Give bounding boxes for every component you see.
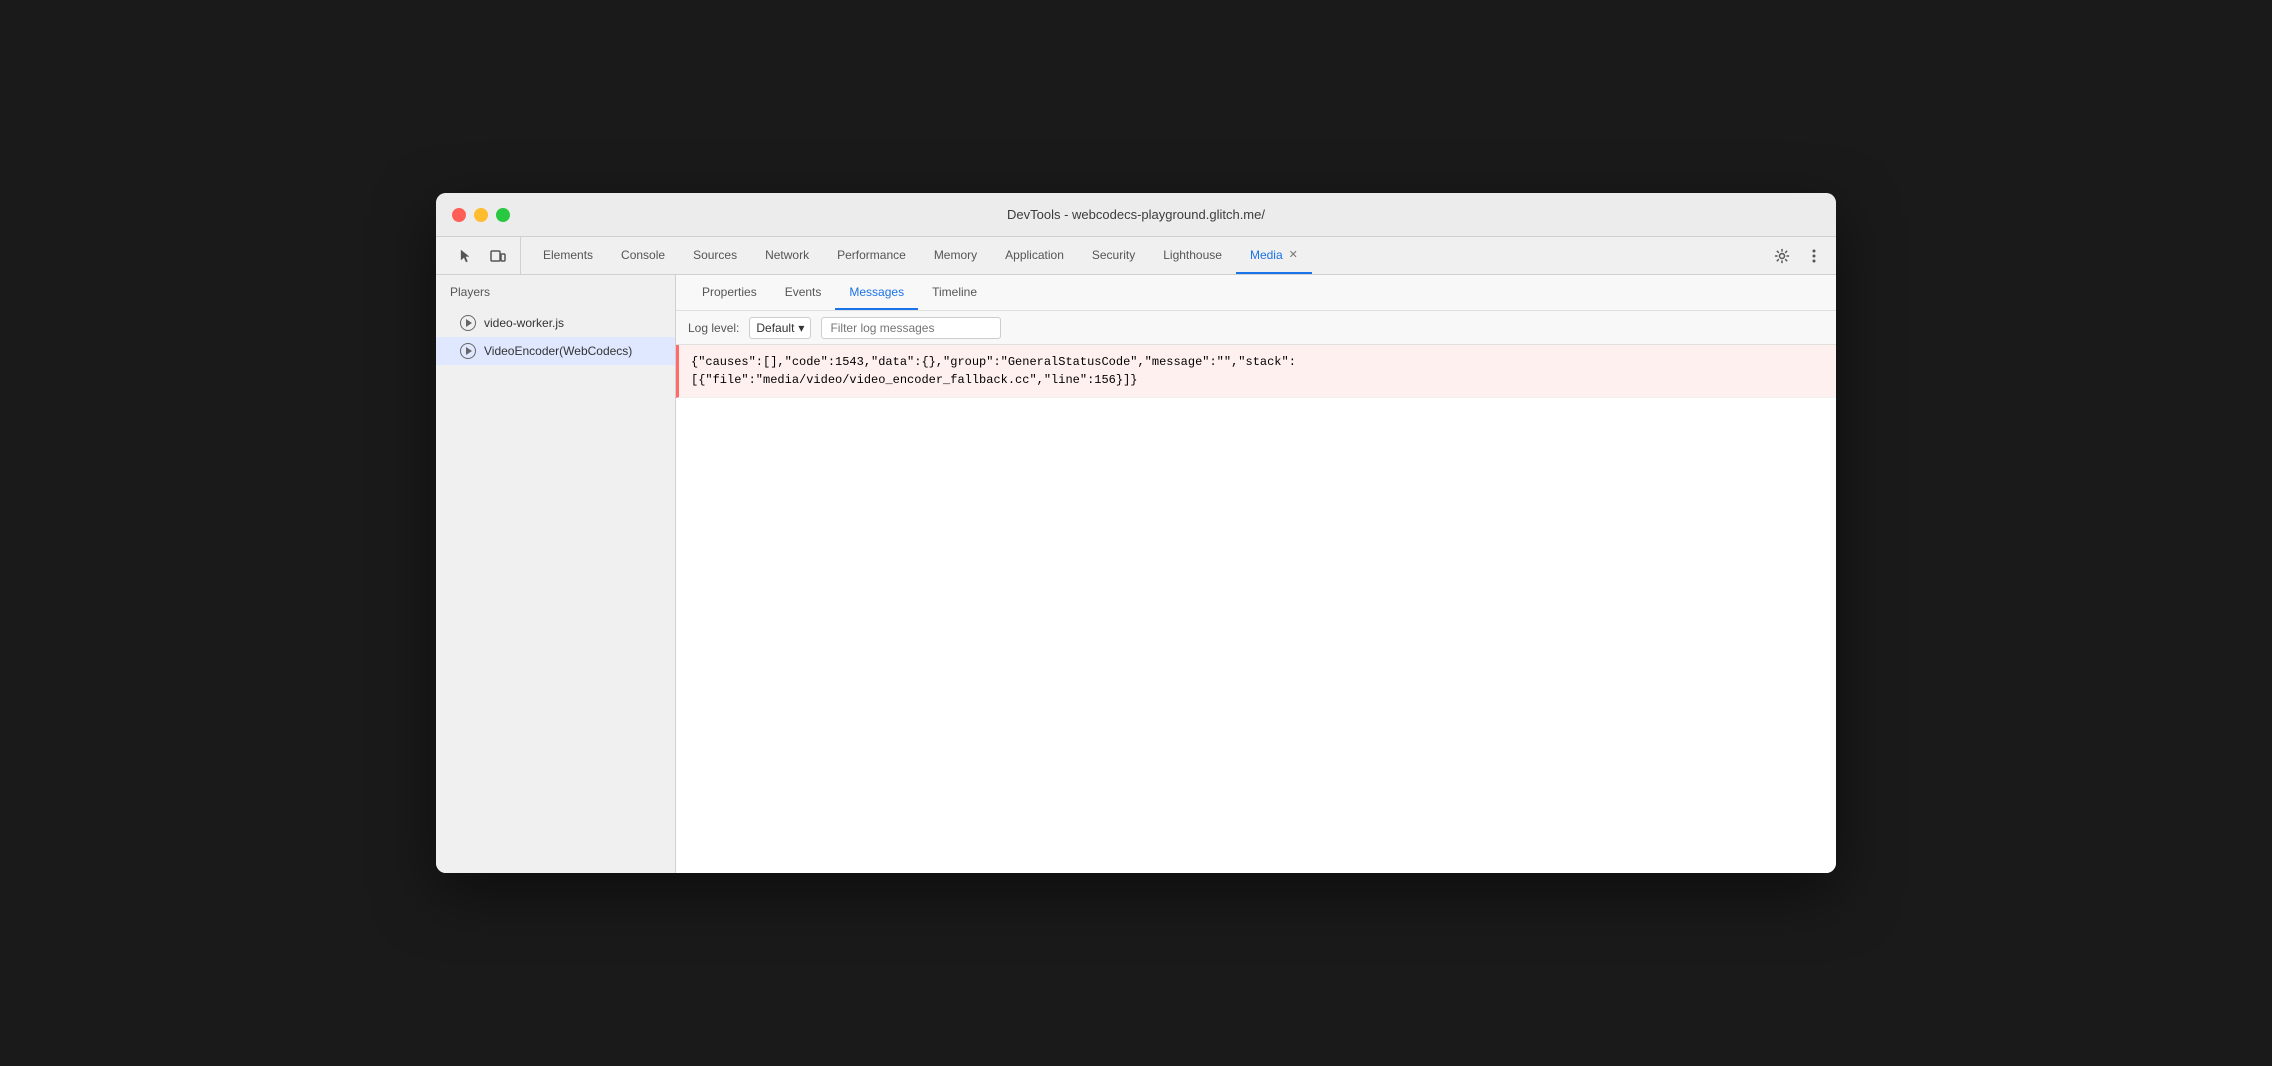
sidebar-header: Players: [436, 275, 675, 309]
maximize-button[interactable]: [496, 208, 510, 222]
window-title: DevTools - webcodecs-playground.glitch.m…: [1007, 207, 1265, 222]
minimize-button[interactable]: [474, 208, 488, 222]
tab-bar-right: [1760, 237, 1836, 274]
right-panel: Properties Events Messages Timeline Log …: [676, 275, 1836, 873]
sub-tab-events[interactable]: Events: [771, 275, 836, 310]
sub-tab-bar: Properties Events Messages Timeline: [676, 275, 1836, 311]
log-level-label: Log level:: [688, 321, 739, 335]
tab-elements[interactable]: Elements: [529, 237, 607, 274]
log-level-value: Default: [756, 321, 794, 335]
close-button[interactable]: [452, 208, 466, 222]
tab-memory[interactable]: Memory: [920, 237, 991, 274]
toolbar-icons: [444, 237, 521, 274]
more-options-button[interactable]: [1800, 242, 1828, 270]
tab-security[interactable]: Security: [1078, 237, 1149, 274]
sub-tab-messages[interactable]: Messages: [835, 275, 918, 310]
filter-input[interactable]: [821, 317, 1001, 339]
cursor-icon-button[interactable]: [452, 242, 480, 270]
play-icon-video-encoder: [460, 343, 476, 359]
device-toolbar-icon-button[interactable]: [484, 242, 512, 270]
dropdown-arrow-icon: ▾: [798, 321, 804, 335]
tab-network[interactable]: Network: [751, 237, 823, 274]
tab-bar: Elements Console Sources Network Perform…: [436, 237, 1836, 275]
title-bar: DevTools - webcodecs-playground.glitch.m…: [436, 193, 1836, 237]
tab-console[interactable]: Console: [607, 237, 679, 274]
main-content: Players video-worker.js VideoEncoder(Web…: [436, 275, 1836, 873]
player-item-video-worker[interactable]: video-worker.js: [436, 309, 675, 337]
sidebar: Players video-worker.js VideoEncoder(Web…: [436, 275, 676, 873]
window-controls: [452, 208, 510, 222]
log-level-select[interactable]: Default ▾: [749, 317, 811, 339]
player-label-video-encoder: VideoEncoder(WebCodecs): [484, 344, 632, 358]
log-area: {"causes":[],"code":1543,"data":{},"grou…: [676, 345, 1836, 873]
player-label-video-worker: video-worker.js: [484, 316, 564, 330]
log-entry-error: {"causes":[],"code":1543,"data":{},"grou…: [676, 345, 1836, 398]
sub-tab-properties[interactable]: Properties: [688, 275, 771, 310]
tab-sources[interactable]: Sources: [679, 237, 751, 274]
sub-tab-timeline[interactable]: Timeline: [918, 275, 991, 310]
tab-media[interactable]: Media ✕: [1236, 237, 1312, 274]
log-entry-text: {"causes":[],"code":1543,"data":{},"grou…: [691, 355, 1296, 387]
play-icon-video-worker: [460, 315, 476, 331]
player-item-video-encoder[interactable]: VideoEncoder(WebCodecs): [436, 337, 675, 365]
tab-performance[interactable]: Performance: [823, 237, 920, 274]
log-controls: Log level: Default ▾: [676, 311, 1836, 345]
tab-application[interactable]: Application: [991, 237, 1078, 274]
settings-button[interactable]: [1768, 242, 1796, 270]
tab-lighthouse[interactable]: Lighthouse: [1149, 237, 1236, 274]
devtools-window: DevTools - webcodecs-playground.glitch.m…: [436, 193, 1836, 873]
tab-close-icon[interactable]: ✕: [1289, 248, 1298, 261]
